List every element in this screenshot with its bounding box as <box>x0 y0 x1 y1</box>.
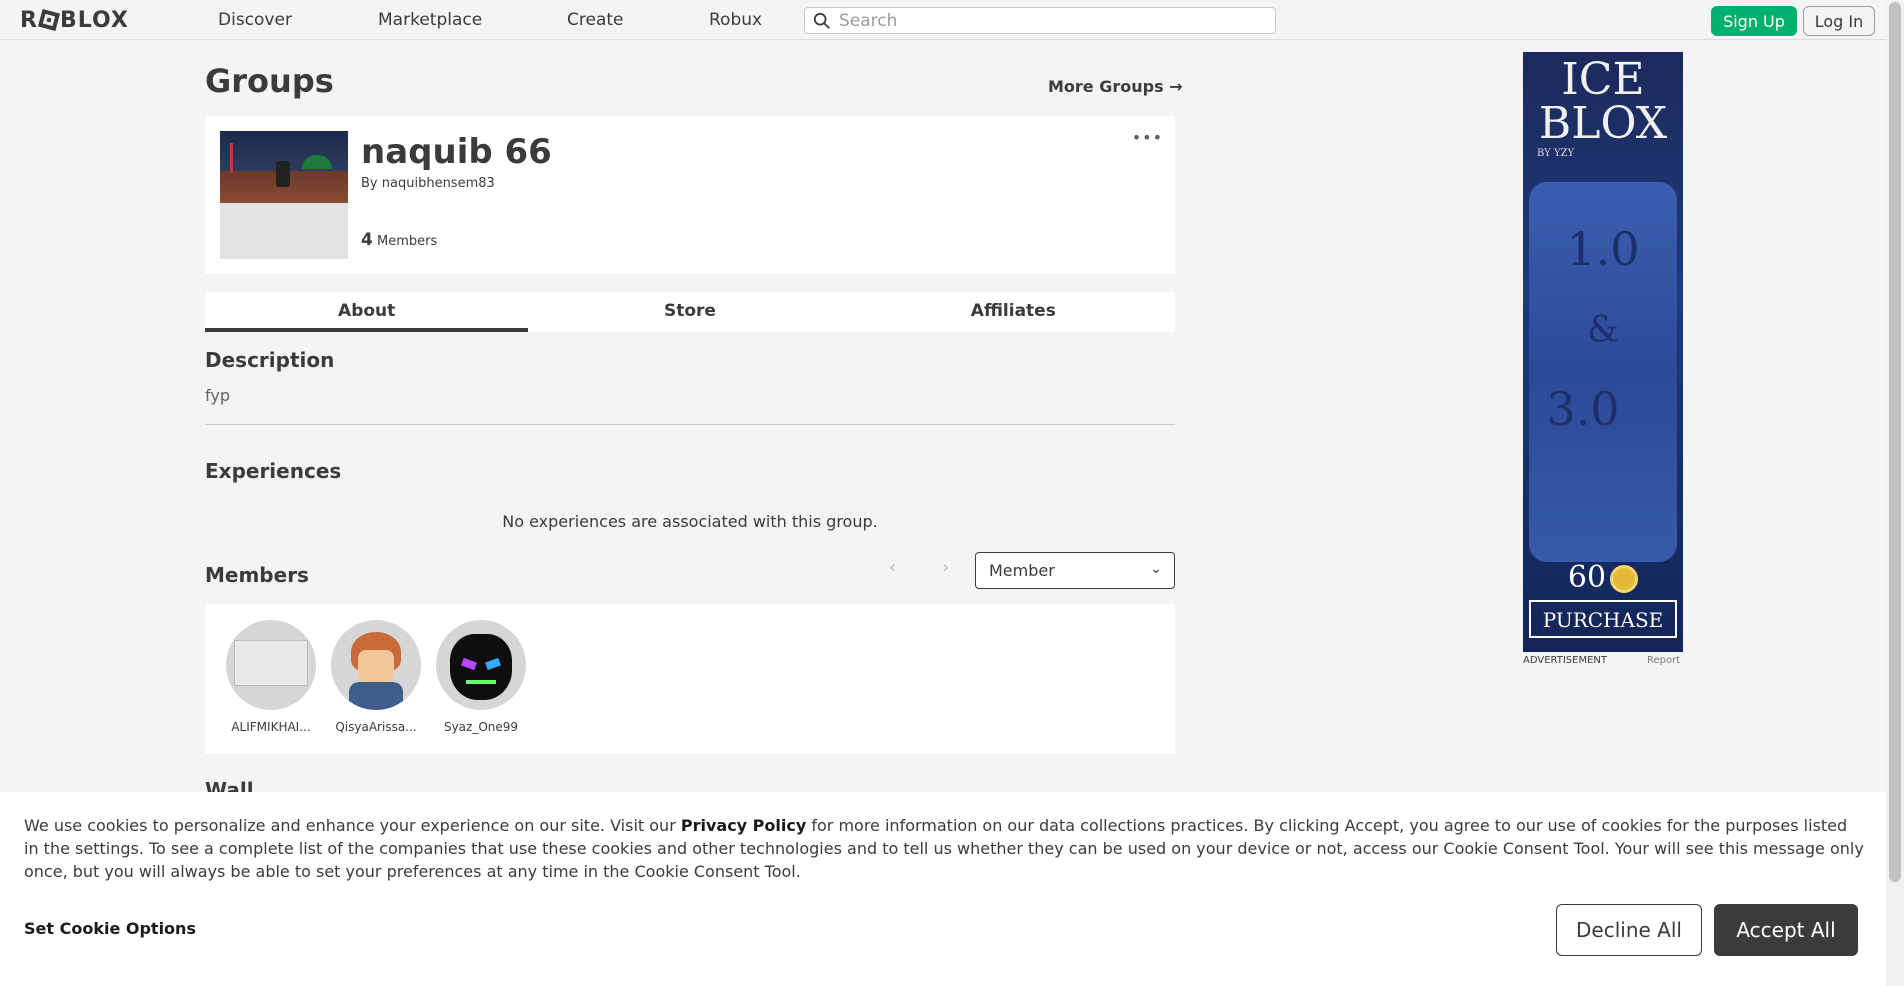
description-heading: Description <box>205 348 335 372</box>
member-name: ALIFMIKHAI... <box>231 720 311 734</box>
member-count-value: 4 <box>361 230 373 250</box>
chevron-down-icon: ⌄ <box>1150 561 1162 577</box>
section-divider <box>205 424 1175 425</box>
description-text: fyp <box>205 386 230 405</box>
ad-ampersand: & <box>1586 310 1620 351</box>
member-item[interactable]: QisyaArissa... <box>328 620 424 734</box>
privacy-policy-link[interactable]: Privacy Policy <box>681 816 806 835</box>
group-owner: By naquibhensem83 <box>361 176 495 191</box>
scrollbar-thumb[interactable] <box>1889 2 1901 882</box>
member-item[interactable]: Syaz_One99 <box>433 620 529 734</box>
avatar <box>436 620 526 710</box>
sign-up-button[interactable]: Sign Up <box>1711 6 1797 36</box>
page-title: Groups <box>205 62 334 100</box>
cookie-banner: We use cookies to personalize and enhanc… <box>0 792 1886 986</box>
member-name: Syaz_One99 <box>443 720 519 734</box>
next-page-icon[interactable]: › <box>942 557 949 578</box>
role-dropdown[interactable]: Member ⌄ <box>975 552 1175 589</box>
ad-byline: BY YZY <box>1537 148 1575 159</box>
member-name: QisyaArissa... <box>335 720 417 734</box>
ad-price: 60 <box>1523 560 1683 595</box>
group-header-card: naquib 66 By naquibhensem83 4 Members ••… <box>205 116 1175 274</box>
tab-affiliates[interactable]: Affiliates <box>852 292 1175 332</box>
top-navigation-bar: R BLOX Discover Marketplace Create Robux … <box>0 0 1886 40</box>
log-in-button[interactable]: Log In <box>1803 6 1875 36</box>
ad-version-2: 3.0 <box>1546 382 1620 436</box>
advertisement-banner[interactable]: ICE BLOX BY YZY 1.0 & 3.0 60 PURCHASE <box>1523 52 1683 652</box>
robux-coin-icon <box>1610 565 1639 593</box>
nav-robux[interactable]: Robux <box>709 10 762 30</box>
set-cookie-options-link[interactable]: Set Cookie Options <box>24 919 196 938</box>
more-options-icon[interactable]: ••• <box>1132 128 1163 147</box>
avatar <box>331 620 421 710</box>
ad-label: ADVERTISEMENT <box>1523 655 1608 666</box>
member-count-label: Members <box>376 234 438 249</box>
ad-purchase-button[interactable]: PURCHASE <box>1529 600 1677 638</box>
group-owner-link[interactable]: naquibhensem83 <box>382 176 495 191</box>
accept-all-button[interactable]: Accept All <box>1714 904 1858 956</box>
group-emblem-image <box>220 131 348 259</box>
previous-page-icon[interactable]: ‹ <box>889 557 896 578</box>
decline-all-button[interactable]: Decline All <box>1556 904 1702 956</box>
group-owner-prefix: By <box>361 176 378 191</box>
search-input[interactable] <box>839 10 1259 31</box>
roblox-logo[interactable]: R BLOX <box>20 8 129 33</box>
members-heading: Members <box>205 563 309 587</box>
nav-discover[interactable]: Discover <box>218 10 292 30</box>
tab-store[interactable]: Store <box>528 292 851 332</box>
no-experiences-message: No experiences are associated with this … <box>502 512 878 531</box>
nav-create[interactable]: Create <box>567 10 624 30</box>
group-tabs: About Store Affiliates <box>205 292 1175 332</box>
cookie-message: We use cookies to personalize and enhanc… <box>24 816 1864 881</box>
nav-marketplace[interactable]: Marketplace <box>378 10 482 30</box>
more-groups-link[interactable]: More Groups → <box>1048 77 1183 96</box>
ad-report-link[interactable]: Report <box>1647 655 1680 666</box>
avatar <box>226 620 316 710</box>
search-box[interactable] <box>804 7 1276 34</box>
member-item[interactable]: ALIFMIKHAI... <box>223 620 319 734</box>
tab-about[interactable]: About <box>205 292 529 332</box>
group-name: naquib 66 <box>361 132 552 172</box>
page-scrollbar[interactable] <box>1886 0 1904 986</box>
ad-version-1: 1.0 <box>1566 222 1640 276</box>
ad-title: ICE BLOX <box>1538 54 1668 149</box>
members-list: ALIFMIKHAI... QisyaArissa... Syaz_One99 <box>205 604 1175 754</box>
search-icon <box>813 12 830 29</box>
member-count: 4 Members <box>361 230 437 250</box>
experiences-heading: Experiences <box>205 459 342 483</box>
role-dropdown-value: Member <box>989 561 1055 580</box>
